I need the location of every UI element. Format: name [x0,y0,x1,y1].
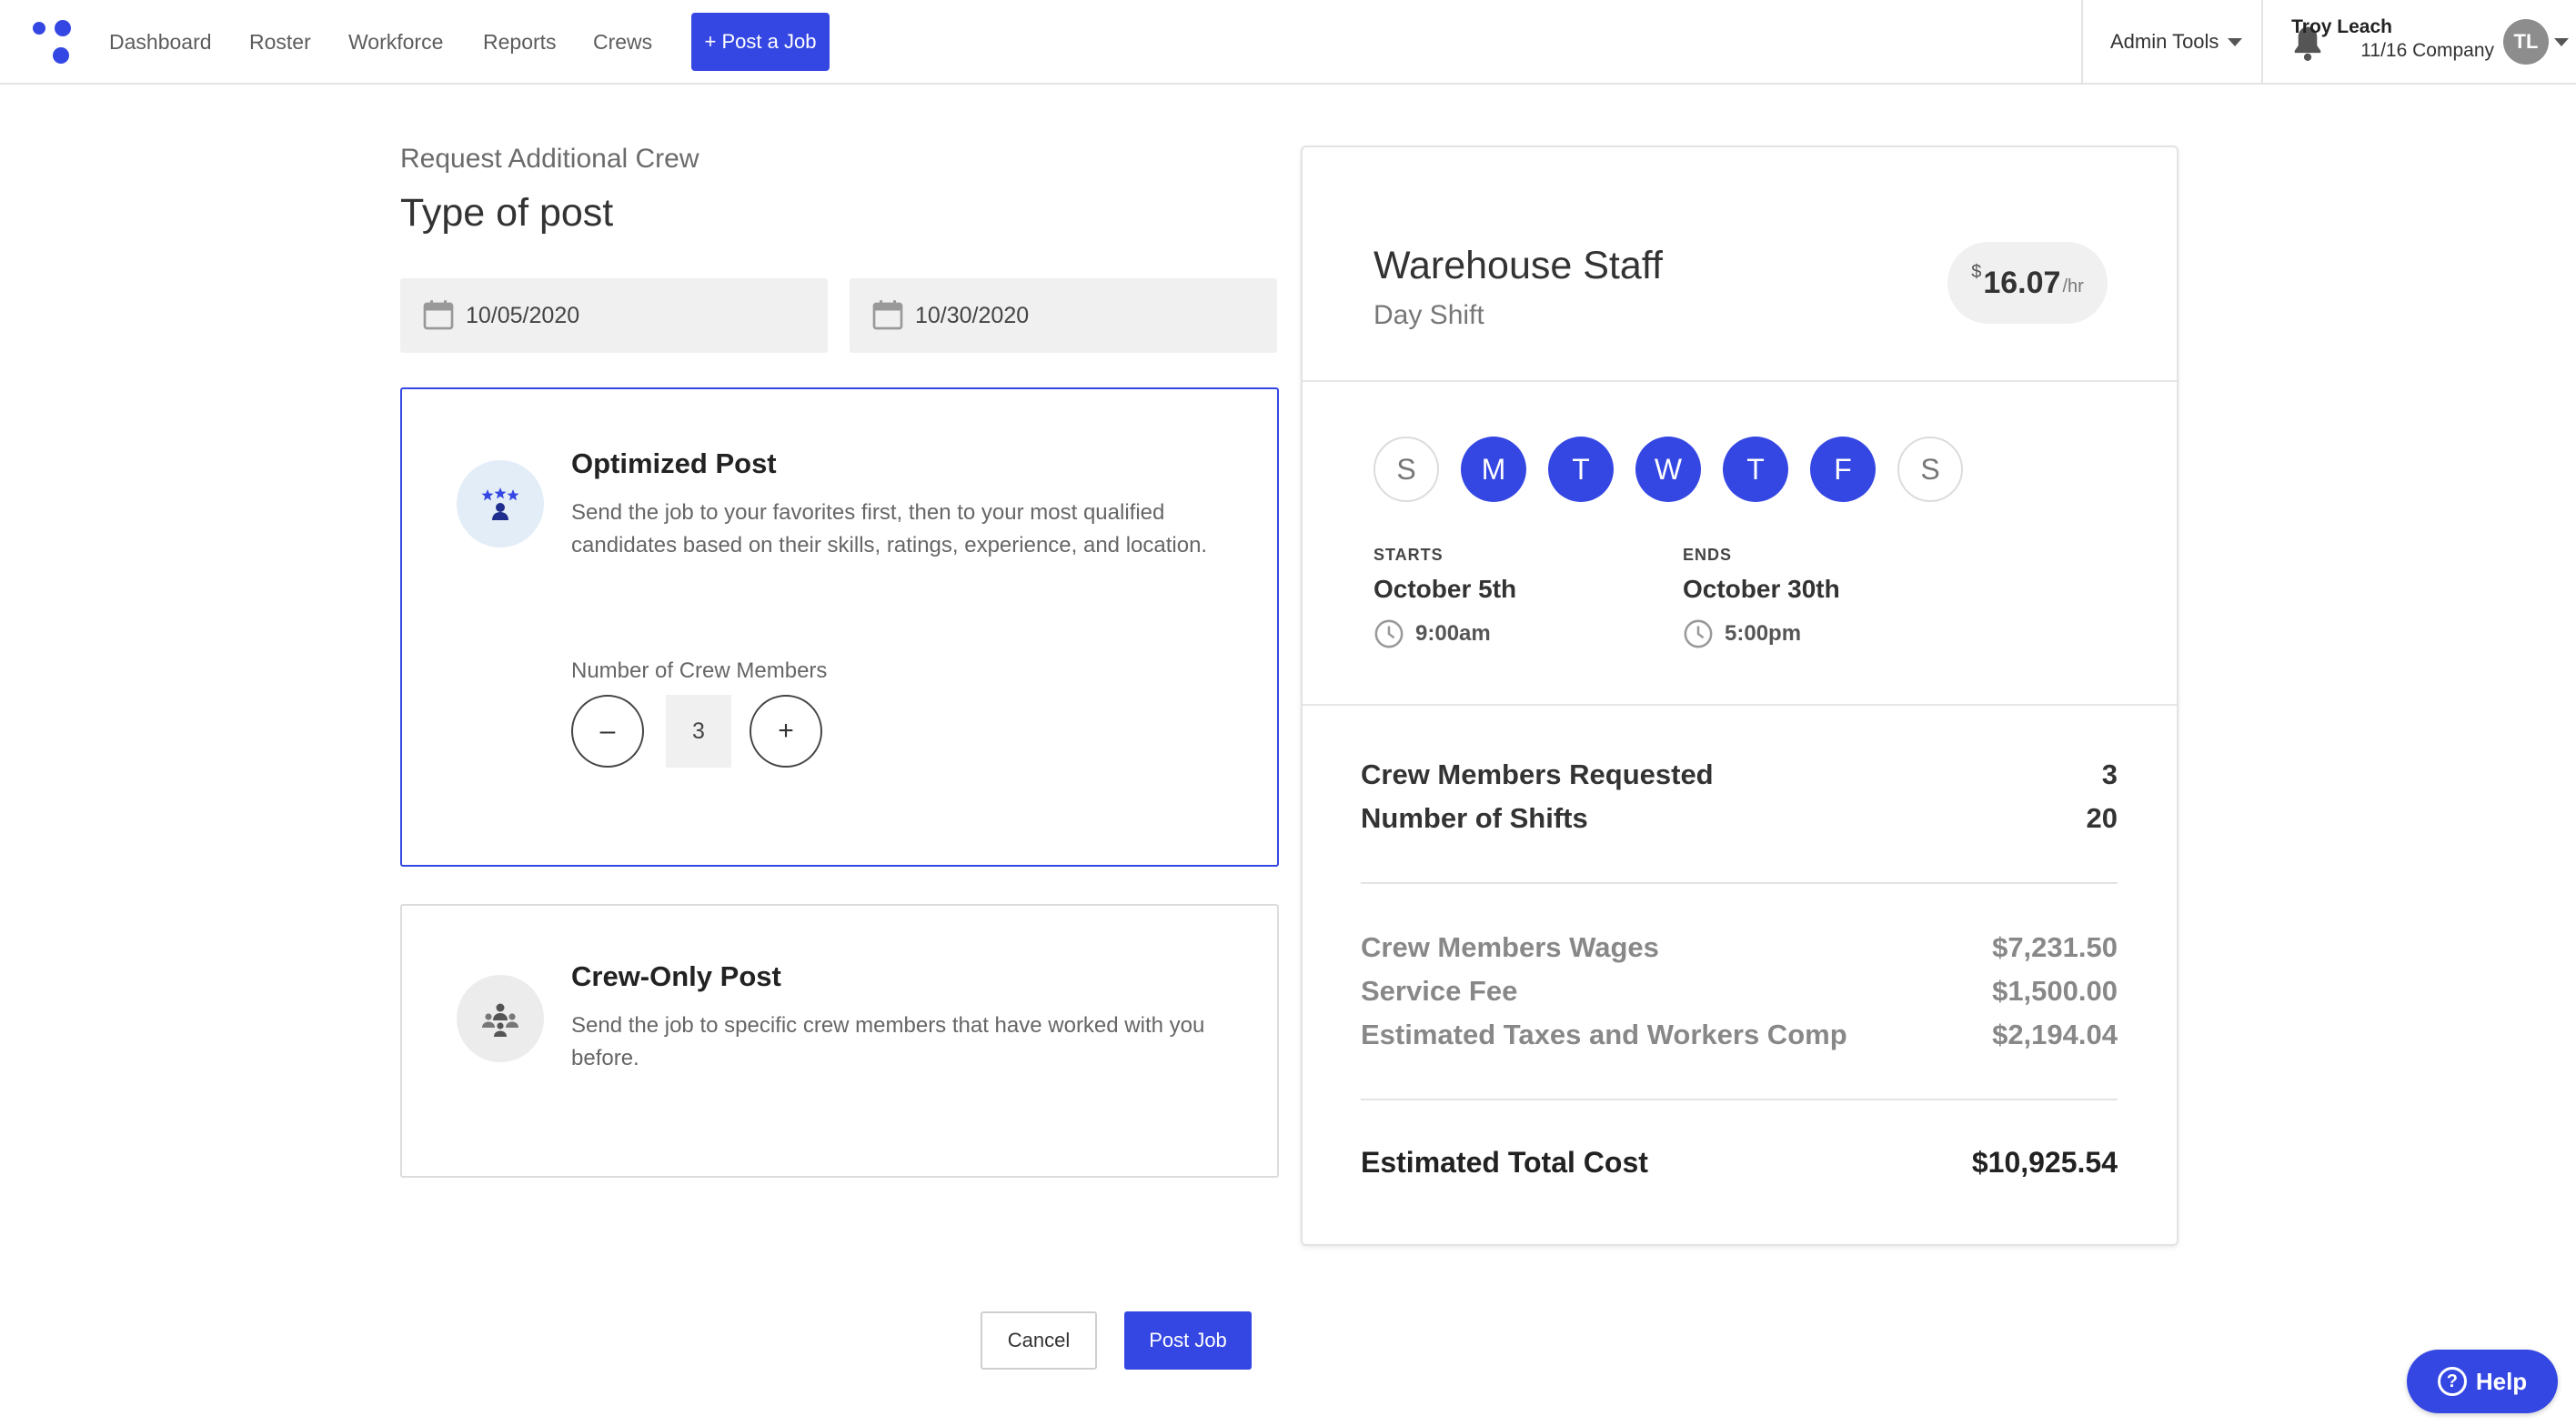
favorites-star-icon [457,460,544,547]
crew-members-label: Number of Crew Members [571,658,828,683]
day-friday: F [1810,437,1876,502]
help-button[interactable]: ? Help [2407,1350,2558,1413]
crew-only-post-option[interactable]: Crew-Only Post Send the job to specific … [400,904,1279,1178]
crew-only-post-title: Crew-Only Post [571,960,781,992]
clock-icon [1684,619,1713,648]
starts-time: 9:00am [1415,621,1491,646]
post-a-job-button[interactable]: + Post a Job [691,13,830,71]
total-cost-row: Estimated Total Cost $10,925.54 [1361,1146,2118,1180]
wages-label: Crew Members Wages [1361,931,1659,963]
crew-count-value[interactable]: 3 [666,695,731,768]
optimized-post-description: Send the job to your favorites first, th… [571,500,1208,557]
calendar-icon [423,300,454,330]
rate-unit: /hr [2062,276,2084,296]
taxes-label: Estimated Taxes and Workers Comp [1361,1019,1847,1050]
crew-only-post-description: Send the job to specific crew members th… [571,1013,1205,1070]
rate-currency: $ [1971,262,1982,282]
divider [1361,882,2118,884]
nav-link-dashboard[interactable]: Dashboard [109,27,212,56]
chevron-down-icon [2228,37,2243,46]
decrease-crew-button[interactable]: – [571,695,644,768]
nav-divider [2261,0,2263,85]
starts-time-row: 9:00am [1374,618,1491,649]
crew-requested-label: Crew Members Requested [1361,758,1714,790]
wages-value: $7,231.50 [1992,931,2118,963]
shifts-row: Number of Shifts 20 [1361,802,2118,835]
calendar-icon [872,300,903,330]
admin-tools-label: Admin Tools [2110,30,2219,53]
day-saturday: S [1897,437,1963,502]
service-fee-value: $1,500.00 [1992,975,2118,1007]
job-title: Warehouse Staff [1374,244,1663,287]
taxes-row: Estimated Taxes and Workers Comp $2,194.… [1361,1019,2118,1051]
admin-tools-menu[interactable]: Admin Tools [2110,27,2243,56]
end-date-field[interactable]: 10/30/2020 [850,278,1277,353]
taxes-value: $2,194.04 [1992,1019,2118,1050]
nav-link-workforce[interactable]: Workforce [348,27,443,56]
wages-row: Crew Members Wages $7,231.50 [1361,931,2118,964]
brand-logo[interactable] [31,20,76,65]
ends-date: October 30th [1683,575,1840,603]
top-navigation-bar: Dashboard Roster Workforce Reports Crews… [0,0,2576,85]
help-question-icon: ? [2437,1367,2467,1396]
nav-link-roster[interactable]: Roster [249,27,311,56]
post-job-button[interactable]: Post Job [1124,1311,1252,1370]
day-monday: M [1461,437,1526,502]
avatar[interactable]: TL [2503,19,2549,65]
optimized-post-title: Optimized Post [571,447,777,479]
ends-label: ENDS [1683,546,1733,564]
company-name[interactable]: 11/16 Company [2312,40,2494,62]
page-title: Type of post [400,191,614,235]
divider [1303,704,2177,706]
starts-date: October 5th [1374,575,1517,603]
day-sunday: S [1374,437,1439,502]
shifts-value: 20 [2086,802,2118,834]
start-date-field[interactable]: 10/05/2020 [400,278,828,353]
day-wednesday: W [1635,437,1701,502]
service-fee-label: Service Fee [1361,975,1518,1007]
crew-requested-value: 3 [2101,758,2118,790]
chevron-down-icon[interactable] [2554,38,2569,46]
clock-icon [1374,619,1404,648]
nav-divider [2081,0,2083,85]
total-cost-label: Estimated Total Cost [1361,1146,1648,1179]
nav-link-reports[interactable]: Reports [483,27,557,56]
help-label: Help [2475,1367,2528,1395]
job-summary-card: Warehouse Staff Day Shift $ 16.07 /hr S … [1301,146,2179,1246]
cancel-button[interactable]: Cancel [981,1311,1097,1370]
end-date-value: 10/30/2020 [915,303,1030,328]
ends-time-row: 5:00pm [1683,618,1801,649]
day-thursday: T [1723,437,1788,502]
shifts-label: Number of Shifts [1361,802,1588,834]
ends-time: 5:00pm [1725,621,1802,646]
job-shift: Day Shift [1374,300,1484,330]
increase-crew-button[interactable]: + [750,695,822,768]
page-subtitle: Request Additional Crew [400,144,699,174]
divider [1361,1099,2118,1100]
total-cost-value: $10,925.54 [1971,1146,2118,1179]
start-date-value: 10/05/2020 [466,303,580,328]
divider [1303,380,2177,382]
crew-group-icon [457,975,544,1062]
starts-label: STARTS [1374,546,1444,564]
user-name[interactable]: Troy Leach [2291,16,2392,38]
rate-amount: 16.07 [1983,265,2061,300]
optimized-post-option[interactable]: Optimized Post Send the job to your favo… [400,387,1279,867]
service-fee-row: Service Fee $1,500.00 [1361,975,2118,1008]
nav-link-crews[interactable]: Crews [593,27,652,56]
crew-requested-row: Crew Members Requested 3 [1361,758,2118,791]
hourly-rate-badge: $ 16.07 /hr [1947,242,2108,324]
day-tuesday: T [1548,437,1614,502]
